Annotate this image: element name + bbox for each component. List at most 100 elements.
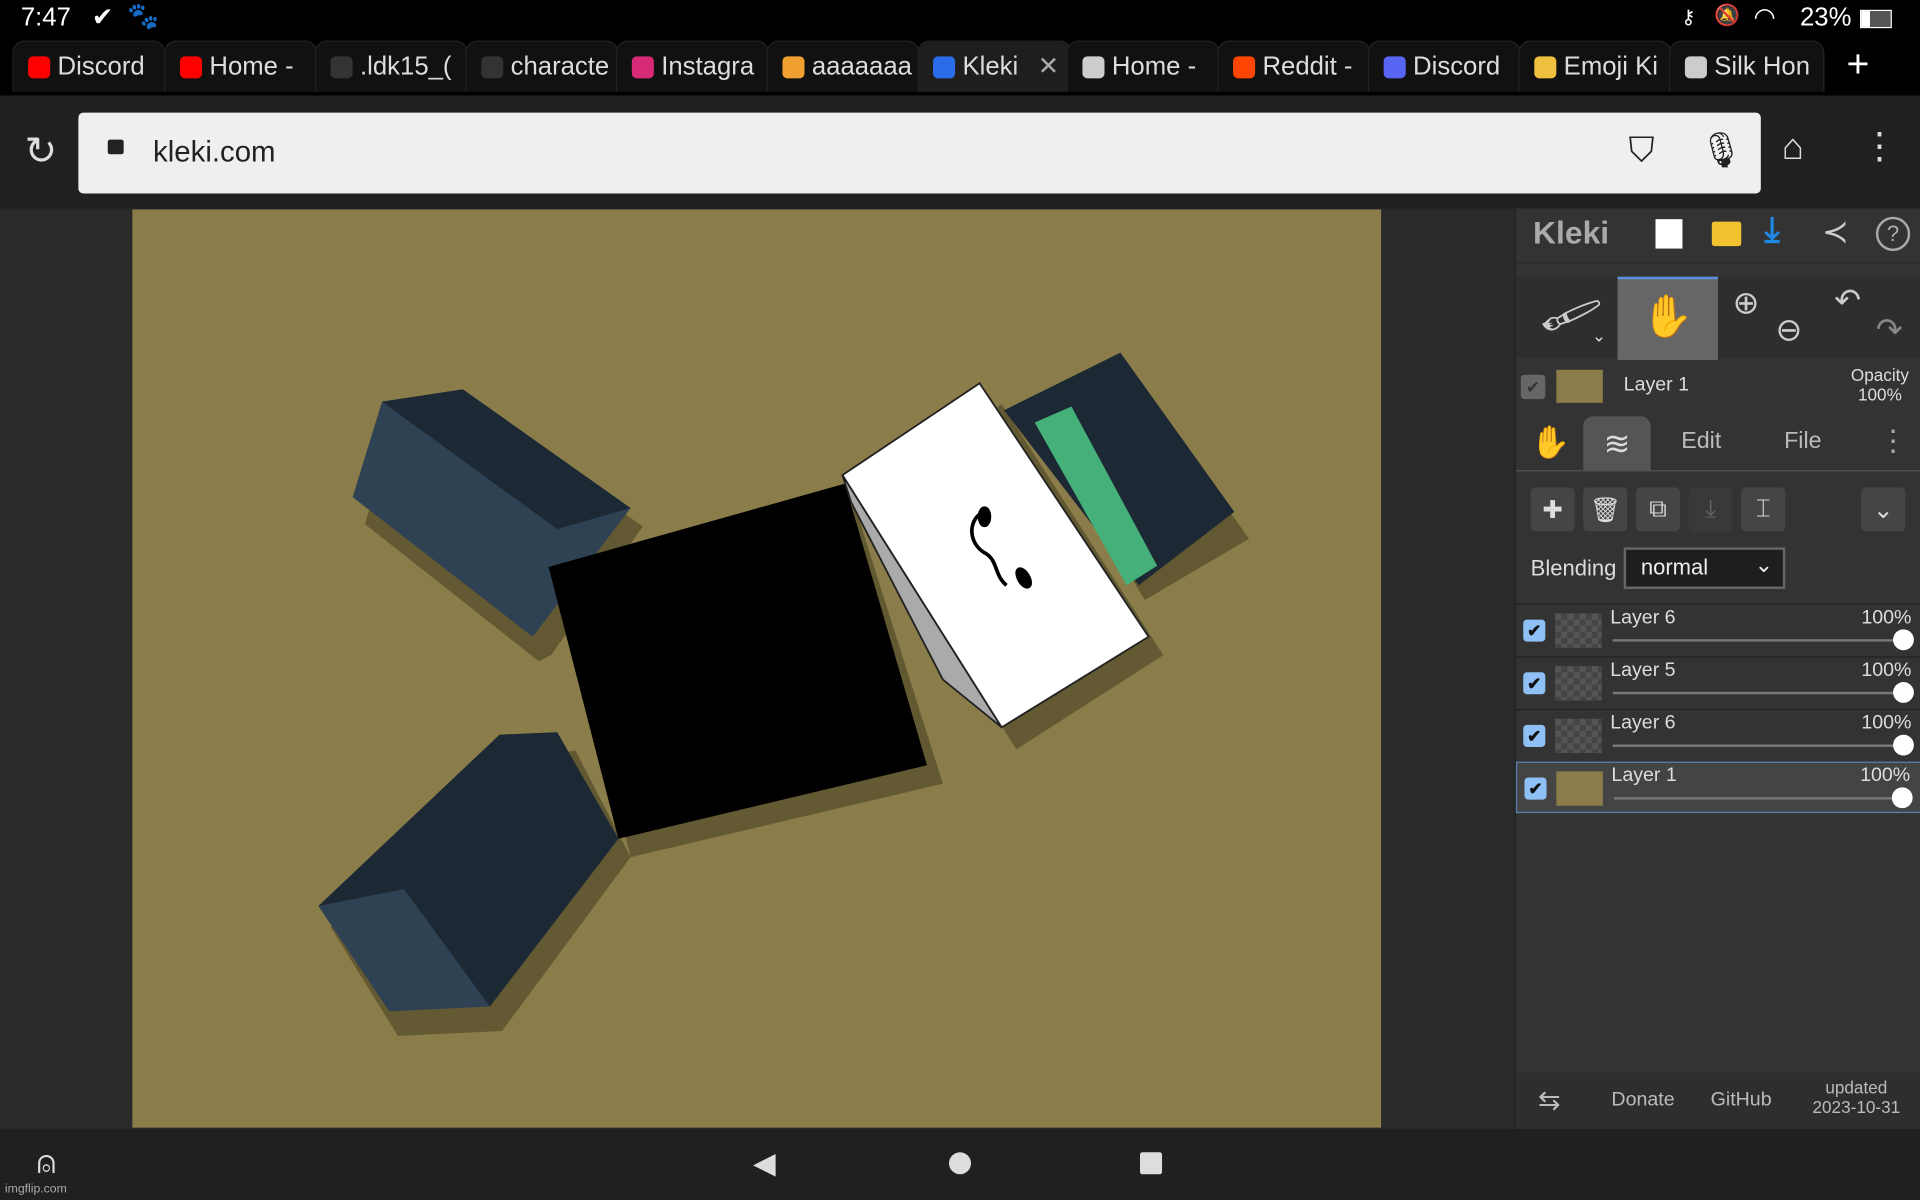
tab-title: Silk Hon — [1714, 52, 1811, 81]
current-layer-visibility-checkbox[interactable]: ✔ — [1520, 374, 1546, 400]
layer-thumbnail — [1555, 718, 1602, 754]
layer-opacity: 100% — [1861, 712, 1912, 734]
merge-down-button[interactable]: ⤓ — [1688, 487, 1733, 532]
tab-title: Home - — [209, 52, 294, 81]
tab-title: Discord — [57, 52, 145, 81]
tab-9[interactable]: Discord — [1367, 40, 1521, 92]
opacity-slider-handle[interactable] — [1891, 787, 1913, 809]
new-tab-button[interactable]: + — [1847, 42, 1870, 87]
key-icon: ⚷ — [1681, 7, 1696, 29]
current-layer-thumbnail — [1556, 369, 1603, 403]
delete-layer-button[interactable]: 🗑 — [1583, 487, 1628, 532]
battery-icon — [1860, 9, 1892, 29]
status-bar: 7:47 ✔ 🐾 ⚷ 🔕 ◠ 23% — [0, 0, 1920, 37]
drawing-canvas[interactable] — [132, 209, 1382, 1128]
layer-name: Layer 5 — [1610, 660, 1676, 681]
home-nav-icon[interactable] — [948, 1152, 972, 1175]
layer-name: Layer 6 — [1610, 712, 1676, 734]
tab-4[interactable]: Instagra — [615, 40, 769, 92]
bookmark-icon[interactable]: ⛉ — [1629, 131, 1655, 171]
tab-7[interactable]: Home - — [1066, 40, 1220, 92]
layer-row[interactable]: ✔ Layer 6 100% — [1515, 603, 1920, 657]
undo-icon[interactable]: ↶ — [1834, 282, 1861, 320]
donate-link[interactable]: Donate — [1611, 1090, 1674, 1112]
share-icon[interactable]: ≺ — [1822, 213, 1849, 251]
zoom-out-icon[interactable]: ⊖ — [1776, 311, 1803, 349]
layer-row[interactable]: ✔ Layer 1 100% — [1515, 761, 1920, 814]
tab-1[interactable]: Home - — [164, 40, 318, 92]
tab-2[interactable]: .ldk15_( — [314, 40, 468, 92]
current-layer-name: Layer 1 — [1623, 374, 1690, 396]
opacity-label: Opacity — [1850, 364, 1909, 385]
microphone-icon[interactable]: 🎙 — [1700, 130, 1744, 170]
clock: 7:47 — [20, 3, 71, 32]
chevron-down-icon[interactable]: ⌄ — [1592, 326, 1606, 347]
expand-button[interactable]: ⌄ — [1861, 487, 1906, 532]
opacity-slider-track[interactable] — [1612, 691, 1905, 695]
layers-icon: ≋ — [1603, 424, 1631, 462]
tab-hand[interactable]: ✋ — [1531, 424, 1571, 462]
close-tab-icon[interactable]: ✕ — [1038, 51, 1060, 82]
current-layer-opacity[interactable]: Opacity 100% — [1851, 365, 1909, 404]
character-ai-icon — [481, 55, 504, 78]
layer-visibility-checkbox[interactable]: ✔ — [1523, 724, 1546, 747]
layer-row[interactable]: ✔ Layer 6 100% — [1515, 708, 1920, 762]
zoom-in-icon[interactable]: ⊕ — [1733, 284, 1760, 322]
blending-select[interactable]: normal ⌄ — [1623, 547, 1786, 589]
check-icon: ✔ — [91, 3, 114, 32]
tab-title: Home - — [1111, 52, 1197, 81]
opacity-slider-handle[interactable] — [1893, 682, 1914, 703]
redo-icon[interactable]: ↷ — [1876, 311, 1903, 349]
tab-8[interactable]: Reddit - — [1217, 40, 1371, 92]
duplicate-layer-button[interactable]: ⧉ — [1635, 487, 1681, 532]
chevron-down-icon: ⌄ — [1754, 552, 1774, 577]
layer-visibility-checkbox[interactable]: ✔ — [1524, 777, 1547, 800]
new-image-icon[interactable] — [1655, 219, 1683, 249]
kleki-icon — [933, 55, 956, 78]
download-icon[interactable]: ⤓ — [1764, 211, 1779, 251]
imgflip-icon — [330, 55, 353, 78]
tab-file[interactable]: File — [1784, 429, 1822, 456]
help-icon[interactable]: ? — [1875, 216, 1911, 252]
more-icon[interactable]: ⋮ — [1878, 424, 1907, 460]
open-folder-icon[interactable] — [1711, 221, 1742, 247]
layer-visibility-checkbox[interactable]: ✔ — [1523, 672, 1546, 695]
hand-tool-button[interactable]: ✋ — [1617, 276, 1718, 361]
opacity-slider-handle[interactable] — [1893, 629, 1914, 651]
recents-icon[interactable] — [1140, 1152, 1163, 1175]
opacity-value: 100% — [1857, 384, 1902, 405]
tab-layers[interactable]: ≋ — [1583, 416, 1651, 471]
tab-title: Discord — [1413, 52, 1501, 81]
swap-sides-icon[interactable]: ⇆ — [1538, 1085, 1561, 1117]
tab-11[interactable]: Silk Hon — [1668, 40, 1825, 92]
menu-icon[interactable]: ⋮ — [1861, 125, 1898, 168]
reload-icon[interactable]: ↻ — [24, 127, 57, 174]
mute-icon: 🔕 — [1714, 3, 1741, 27]
rename-layer-button[interactable]: ⌶ — [1741, 487, 1786, 532]
layer-row[interactable]: ✔ Layer 5 100% — [1515, 656, 1920, 709]
opacity-slider-track[interactable] — [1612, 639, 1905, 642]
tab-0[interactable]: Discord — [12, 40, 166, 92]
back-icon[interactable]: ◀ — [753, 1146, 776, 1182]
kleki-logo[interactable]: Kleki — [1533, 214, 1609, 252]
tab-edit[interactable]: Edit — [1681, 429, 1721, 456]
tab-10[interactable]: Emoji Ki — [1518, 40, 1672, 92]
url-text[interactable]: kleki.com — [153, 136, 275, 170]
github-link[interactable]: GitHub — [1711, 1090, 1772, 1112]
accessibility-icon[interactable]: ⍝ — [37, 1144, 56, 1183]
canvas-workspace[interactable] — [0, 208, 1515, 1129]
toolbar: ↻ kleki.com ⛉ 🎙 ⌂ ⋮ — [0, 95, 1920, 209]
tab-5[interactable]: aaaaaaa — [766, 40, 920, 92]
tab-3[interactable]: characte — [465, 40, 619, 92]
layer-visibility-checkbox[interactable]: ✔ — [1523, 619, 1546, 642]
opacity-slider-track[interactable] — [1612, 744, 1905, 747]
updated-info: updated 2023-10-31 — [1810, 1078, 1903, 1117]
tab-title: .ldk15_( — [360, 52, 452, 81]
address-bar[interactable]: kleki.com ⛉ 🎙 — [78, 112, 1761, 194]
home-icon[interactable]: ⌂ — [1782, 127, 1804, 169]
blending-label: Blending — [1530, 555, 1617, 581]
opacity-slider-handle[interactable] — [1893, 734, 1914, 756]
add-layer-button[interactable]: ✚ — [1530, 487, 1575, 532]
tab-6[interactable]: Kleki ✕ — [917, 40, 1073, 92]
opacity-slider-track[interactable] — [1613, 797, 1903, 800]
